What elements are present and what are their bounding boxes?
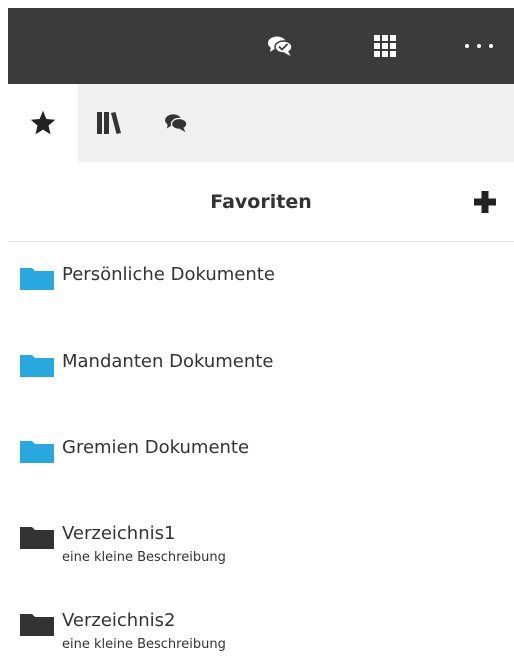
plus-icon (474, 191, 496, 213)
tab-chat[interactable] (154, 84, 198, 162)
folder-name: Gremien Dokumente (62, 437, 250, 458)
folder-icon (20, 614, 54, 636)
add-favorite-button[interactable] (474, 191, 496, 213)
folder-icon (20, 527, 54, 549)
folder-name: Verzeichnis2 (62, 610, 176, 631)
folder-icon (20, 355, 54, 377)
panel-header: Favoriten (8, 162, 514, 242)
list-item[interactable]: Persönliche Dokumente (20, 264, 275, 290)
folder-icon (20, 441, 54, 463)
tab-bar (8, 84, 514, 162)
library-icon (97, 112, 121, 134)
corner-spacer (0, 0, 8, 8)
folder-name: Mandanten Dokumente (62, 351, 274, 372)
list-item[interactable]: Verzeichnis2 eine kleine Beschreibung (20, 610, 226, 654)
tab-library[interactable] (84, 84, 134, 162)
chat-bubbles-icon (165, 114, 188, 133)
folder-description: eine kleine Beschreibung (62, 550, 226, 565)
panel-title: Favoriten (210, 191, 312, 213)
folder-name: Verzeichnis1 (62, 523, 176, 544)
folder-icon (20, 268, 54, 290)
folder-description: eine kleine Beschreibung (62, 637, 226, 652)
chat-bubbles-icon[interactable] (258, 8, 302, 84)
folder-name: Persönliche Dokumente (62, 264, 275, 285)
apps-grid-icon[interactable] (363, 8, 407, 84)
list-item[interactable]: Gremien Dokumente (20, 437, 249, 463)
tab-favorites[interactable] (8, 84, 78, 162)
star-icon (30, 110, 56, 135)
top-bar (8, 8, 514, 84)
more-dots-icon[interactable] (454, 8, 504, 84)
list-item[interactable]: Mandanten Dokumente (20, 351, 273, 377)
list-item[interactable]: Verzeichnis1 eine kleine Beschreibung (20, 523, 226, 567)
